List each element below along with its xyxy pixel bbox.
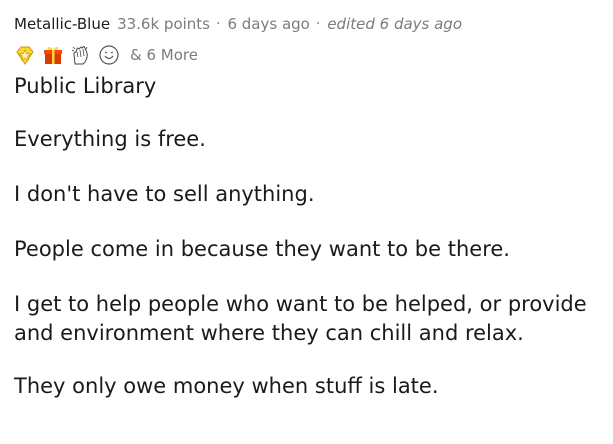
comment-body: Public Library Everything is free. I don… <box>14 72 607 401</box>
more-awards-link[interactable]: & 6 More <box>130 46 198 64</box>
comment-paragraph: Everything is free. <box>14 127 206 151</box>
comment: Metallic-Blue 33.6k points · 6 days ago … <box>14 14 607 427</box>
comment-paragraph: I get to help people who want to be help… <box>14 292 587 345</box>
separator-dot: · <box>216 16 221 32</box>
separator-dot: · <box>315 16 321 32</box>
comment-timestamp[interactable]: 6 days ago <box>227 14 309 34</box>
comment-points: 33.6k points <box>117 15 211 33</box>
edited-timestamp: edited 6 days ago <box>327 15 463 33</box>
clapping-hands-award-icon[interactable] <box>70 44 92 66</box>
comment-paragraph: I don't have to sell anything. <box>14 182 315 206</box>
comment-meta: Metallic-Blue 33.6k points · 6 days ago … <box>14 14 607 34</box>
comment-paragraph: People come in because they want to be t… <box>14 237 510 261</box>
gold-star-award-icon[interactable] <box>14 44 36 66</box>
comment-paragraph: Public Library <box>14 74 157 98</box>
comment-paragraph: They only owe money when stuff is late. <box>14 374 439 398</box>
awards-bar: & 6 More <box>14 44 607 66</box>
gift-award-icon[interactable] <box>42 44 64 66</box>
comment-author[interactable]: Metallic-Blue <box>14 14 110 34</box>
face-award-icon[interactable] <box>98 44 120 66</box>
